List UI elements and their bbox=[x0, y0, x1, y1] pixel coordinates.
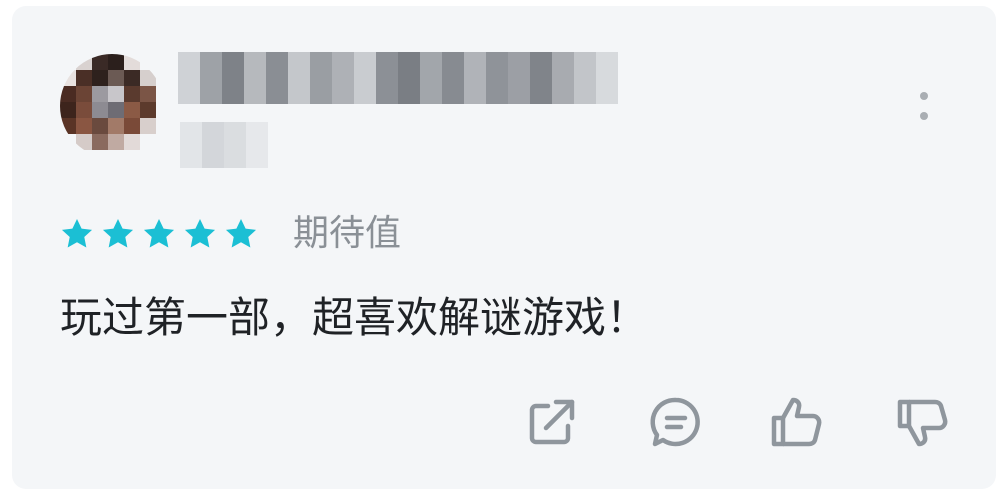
star-icon bbox=[184, 218, 216, 248]
comment-icon bbox=[650, 397, 700, 447]
review-text: 玩过第一部，超喜欢解谜游戏！ bbox=[60, 293, 649, 342]
share-icon bbox=[529, 399, 575, 445]
dislike-button[interactable] bbox=[892, 392, 952, 452]
review-card: 期待值 玩过第一部，超喜欢解谜游戏！ bbox=[12, 6, 996, 489]
star-icon bbox=[61, 218, 93, 248]
star-icon bbox=[225, 218, 257, 248]
rating: 期待值 bbox=[58, 212, 401, 256]
action-bar bbox=[522, 392, 962, 456]
share-button[interactable] bbox=[522, 392, 582, 452]
thumbs-up-icon bbox=[771, 397, 822, 447]
star-icon bbox=[102, 218, 134, 248]
rating-label: 期待值 bbox=[293, 213, 402, 254]
more-options-icon[interactable] bbox=[912, 86, 936, 130]
like-button[interactable] bbox=[766, 392, 826, 452]
star-icon bbox=[143, 218, 175, 248]
review-meta bbox=[180, 122, 268, 168]
comment-button[interactable] bbox=[646, 392, 706, 452]
username[interactable] bbox=[178, 52, 618, 104]
avatar[interactable] bbox=[60, 54, 164, 158]
thumbs-down-icon bbox=[897, 399, 948, 447]
